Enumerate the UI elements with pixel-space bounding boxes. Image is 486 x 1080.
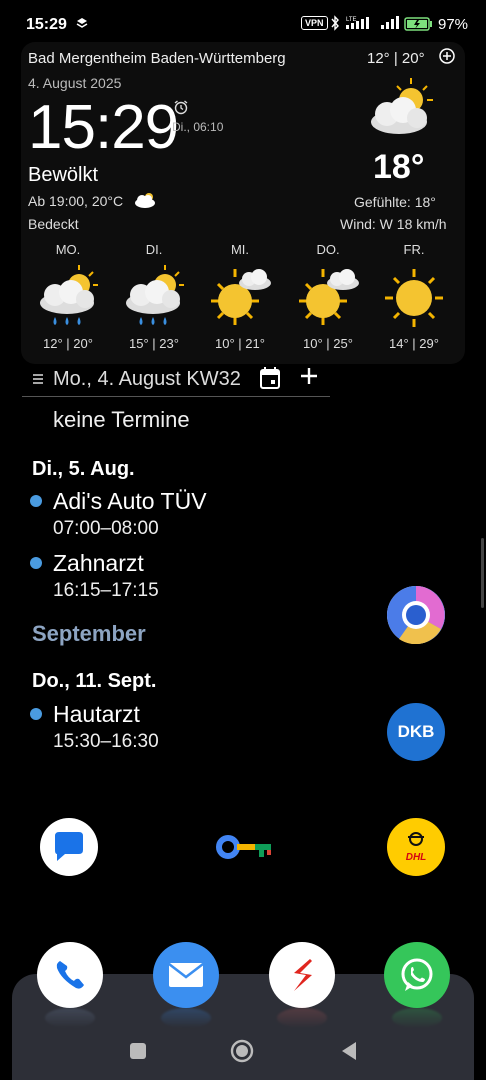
battery-icon — [404, 16, 434, 37]
forecast-day[interactable]: MO. 12° | 20° — [25, 242, 111, 351]
event-title[interactable]: Hautarzt — [53, 701, 140, 728]
dock-reflection — [392, 1008, 442, 1028]
calendar-icon[interactable] — [259, 366, 281, 395]
wind: Wind: W 18 km/h — [340, 216, 447, 232]
day-header[interactable]: Di., 5. Aug. — [32, 458, 135, 481]
signal-icon — [380, 15, 402, 36]
event-time[interactable]: 07:00–08:00 — [53, 518, 159, 540]
battery-percent: 97% — [438, 16, 469, 33]
clock[interactable]: 15:29 — [28, 92, 179, 163]
add-location-icon[interactable] — [439, 48, 455, 69]
passwords-app-icon[interactable] — [215, 830, 273, 869]
forecast-day[interactable]: FR. 14° | 29° — [371, 242, 457, 351]
back-button[interactable] — [340, 1041, 358, 1066]
weather-from-text: Ab 19:00, 20°C — [28, 193, 124, 209]
event-dot — [30, 557, 42, 569]
feels-like: Gefühlte: 18° — [354, 194, 436, 210]
dkb-app-icon[interactable]: DKB — [387, 703, 445, 761]
dock-reflection — [277, 1008, 327, 1028]
forecast-day-name: DO. — [316, 242, 340, 257]
forecast-day[interactable]: MI. 10° | 21° — [197, 242, 283, 351]
dhl-app-icon[interactable]: DHL — [387, 818, 445, 876]
weather-location[interactable]: Bad Mergentheim Baden-Württemberg — [28, 50, 286, 67]
forecast-range: 15° | 23° — [129, 336, 179, 351]
calendar-header-date[interactable]: Mo., 4. August KW32 — [53, 368, 241, 391]
forecast-day-name: DI. — [145, 242, 163, 257]
weather-today-range: 12° | 20° — [367, 50, 425, 67]
menu-icon[interactable] — [32, 372, 44, 391]
signal-lte-icon: LTE — [344, 15, 376, 36]
recents-button[interactable] — [129, 1042, 147, 1065]
forecast-day[interactable]: DI. 15° | 23° — [111, 242, 197, 351]
add-event-icon[interactable] — [299, 365, 319, 392]
weather-date: 4. August 2025 — [28, 75, 122, 91]
phone-app-icon[interactable] — [37, 942, 103, 1008]
sun-cloud-icon — [285, 260, 371, 336]
forecast-day-name: FR. — [403, 242, 425, 257]
chrome-app-icon[interactable] — [387, 586, 445, 644]
forecast-range: 12° | 20° — [43, 336, 93, 351]
forecast-day[interactable]: DO. 10° | 25° — [285, 242, 371, 351]
event-title[interactable]: Zahnarzt — [53, 550, 144, 577]
dock-reflection — [161, 1008, 211, 1028]
weather-condition: Bewölkt — [28, 164, 99, 186]
bluetooth-icon — [330, 15, 340, 36]
cloud-icon — [133, 191, 159, 214]
s-app-icon[interactable] — [269, 942, 335, 1008]
cloud-sun-icon — [365, 76, 437, 143]
event-time[interactable]: 15:30–16:30 — [53, 731, 159, 753]
vpn-badge: VPN — [301, 16, 328, 30]
event-title[interactable]: Adi's Auto TÜV — [53, 488, 207, 515]
sun-cloud-icon — [197, 260, 283, 336]
mail-app-icon[interactable] — [153, 942, 219, 1008]
forecast-day-name: MI. — [230, 242, 250, 257]
dkb-label: DKB — [397, 722, 435, 741]
weather-widget[interactable]: Bad Mergentheim Baden-Württemberg 12° | … — [21, 42, 465, 364]
day-header[interactable]: Do., 11. Sept. — [32, 670, 156, 693]
forecast-day-name: MO. — [55, 242, 81, 257]
weather-description: Bedeckt — [28, 216, 79, 232]
forecast-range: 10° | 25° — [303, 336, 353, 351]
next-alarm[interactable]: Di., 06:10 — [172, 120, 223, 134]
current-temperature: 18° — [373, 148, 425, 186]
calendar-header: Mo., 4. August KW32 — [22, 364, 330, 397]
whatsapp-app-icon[interactable] — [384, 942, 450, 1008]
dock-reflection — [45, 1008, 95, 1028]
layers-icon — [76, 16, 88, 34]
dhl-label: DHL — [405, 852, 427, 863]
no-events-text: keine Termine — [53, 407, 190, 432]
rain-sun-icon — [25, 260, 111, 336]
rain-sun-icon — [111, 260, 197, 336]
event-dot — [30, 495, 42, 507]
status-time: 15:29 — [26, 16, 67, 33]
month-header: September — [32, 621, 146, 646]
event-time[interactable]: 16:15–17:15 — [53, 580, 159, 602]
svg-text:LTE: LTE — [346, 17, 357, 23]
scroll-indicator — [481, 538, 484, 608]
forecast-range: 14° | 29° — [389, 336, 439, 351]
home-button[interactable] — [230, 1039, 254, 1068]
forecast-range: 10° | 21° — [215, 336, 265, 351]
messages-app-icon[interactable] — [40, 818, 98, 876]
event-dot — [30, 708, 42, 720]
alarm-icon — [173, 99, 189, 120]
sun-icon — [371, 260, 457, 336]
